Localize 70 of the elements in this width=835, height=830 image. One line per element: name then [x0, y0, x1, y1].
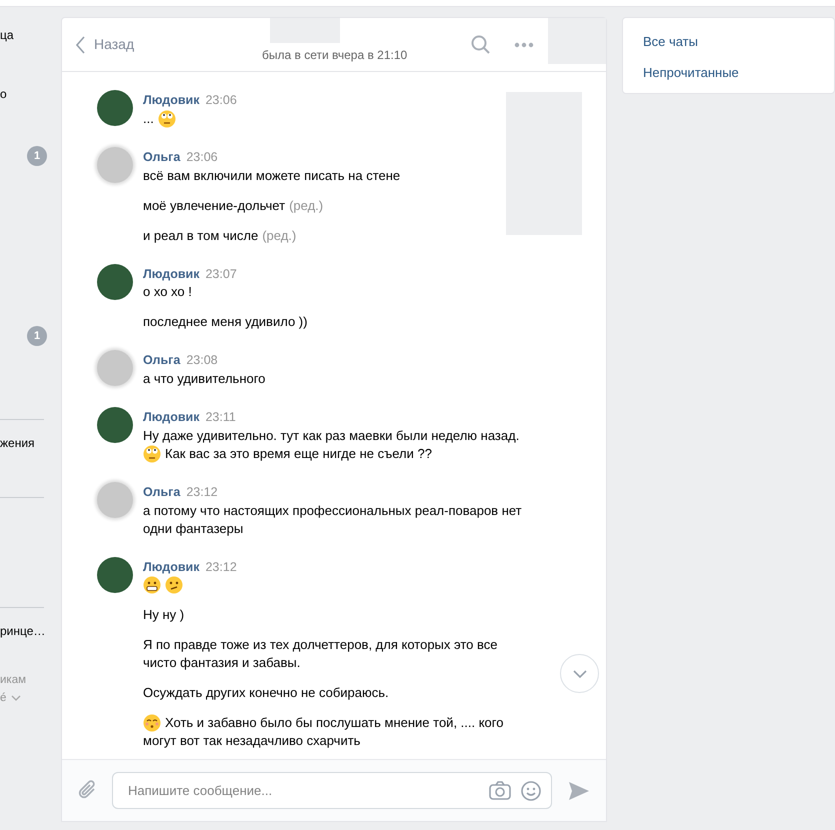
avatar-photo	[97, 407, 133, 443]
author-name[interactable]: Людовик	[143, 93, 200, 107]
author-name[interactable]: Людовик	[143, 266, 200, 280]
online-status: была в сети вчера в 21:10	[262, 47, 408, 64]
chevron-down-icon	[572, 670, 586, 678]
avatar-photo	[97, 264, 133, 300]
emoji-icon	[143, 714, 161, 732]
message-text: Я по правде тоже из тех долчеттеров, для которых это все	[143, 636, 498, 654]
chevron-down-icon	[11, 694, 22, 701]
emoji-icon	[158, 110, 176, 128]
message-time: 23:12	[186, 484, 218, 499]
send-icon	[568, 780, 590, 800]
emoji-icon	[143, 576, 161, 594]
filter-link[interactable]: Все чаты	[622, 26, 718, 57]
message-text: могут вот так незадачливо схарчить	[143, 732, 360, 750]
scroll-down-button[interactable]	[560, 654, 599, 693]
menu-item-text[interactable]: жения	[0, 436, 35, 450]
filter-link[interactable]: Непрочитанные	[622, 57, 759, 88]
unread-count: 1	[27, 326, 47, 346]
author-name[interactable]: Ольга	[143, 484, 180, 499]
message-time: 23:08	[186, 353, 218, 368]
message-text: Как вас за это время еще нигде не съели ??	[165, 444, 432, 463]
message-text: последнее меня удивило ))	[143, 313, 308, 332]
back-chevron-icon	[76, 36, 86, 54]
avatar-photo	[97, 90, 133, 126]
message-time: 23:06	[205, 93, 237, 107]
blurred-avatar	[97, 482, 133, 518]
menu-item-text[interactable]: ринце…	[0, 624, 46, 638]
message-text: Ну ну )	[143, 606, 184, 624]
more-button[interactable]	[514, 42, 534, 48]
message-text: Ну даже удивительно. тут как раз маевки были неделю назад.	[143, 426, 520, 445]
message-field[interactable]: Напишите сообщение...	[112, 772, 552, 809]
message-text: а потому что настоящих профессиональных реал-поваров нет	[143, 502, 522, 520]
message-time: 23:06	[186, 150, 218, 164]
blurred-avatar	[97, 350, 133, 386]
back-button[interactable]: Назад	[76, 34, 134, 55]
message-text: Хоть и забавно было бы послушать мнение той, .... кого	[165, 714, 504, 732]
emoji-button[interactable]	[520, 780, 541, 800]
send-button[interactable]	[568, 780, 590, 800]
search-icon	[470, 35, 490, 54]
emoji-icon	[165, 576, 183, 594]
more-icon	[514, 42, 534, 48]
message-time: 23:07	[205, 266, 237, 280]
message-text: чисто фантазия и забавы.	[143, 654, 300, 672]
author-name[interactable]: Ольга	[143, 353, 180, 368]
author-name[interactable]: Ольга	[143, 150, 180, 164]
message-text: одни фантазеры	[143, 520, 244, 538]
message-text: и реал в том числе	[143, 226, 258, 244]
emoji-icon	[143, 444, 161, 463]
message-text: моё увлечение-дольчет	[143, 196, 286, 214]
camera-icon	[488, 781, 511, 800]
edited-mark: (ред.)	[289, 196, 324, 214]
unread-count: 1	[27, 146, 47, 166]
message-text: Осуждать других конечно не собираюсь.	[143, 684, 389, 702]
menu-item-text[interactable]: ца	[0, 28, 14, 42]
search-button[interactable]	[470, 35, 490, 54]
menu-item-text[interactable]: о	[0, 87, 7, 101]
message-text: а что удивительного	[143, 370, 266, 388]
blurred-avatar	[97, 146, 133, 183]
author-name[interactable]: Людовик	[143, 560, 200, 574]
avatar-photo	[97, 556, 133, 592]
edited-mark: (ред.)	[262, 226, 296, 244]
message-time: 23:12	[205, 560, 237, 574]
message-text: ...	[143, 110, 154, 128]
author-name[interactable]: Людовик	[143, 410, 200, 424]
message-text: всё вам включили можете писать на стене	[143, 166, 400, 184]
message-time: 23:11	[205, 410, 236, 424]
camera-button[interactable]	[488, 781, 511, 800]
message-text: о хо хо !	[143, 283, 192, 302]
smiley-icon	[520, 780, 541, 800]
